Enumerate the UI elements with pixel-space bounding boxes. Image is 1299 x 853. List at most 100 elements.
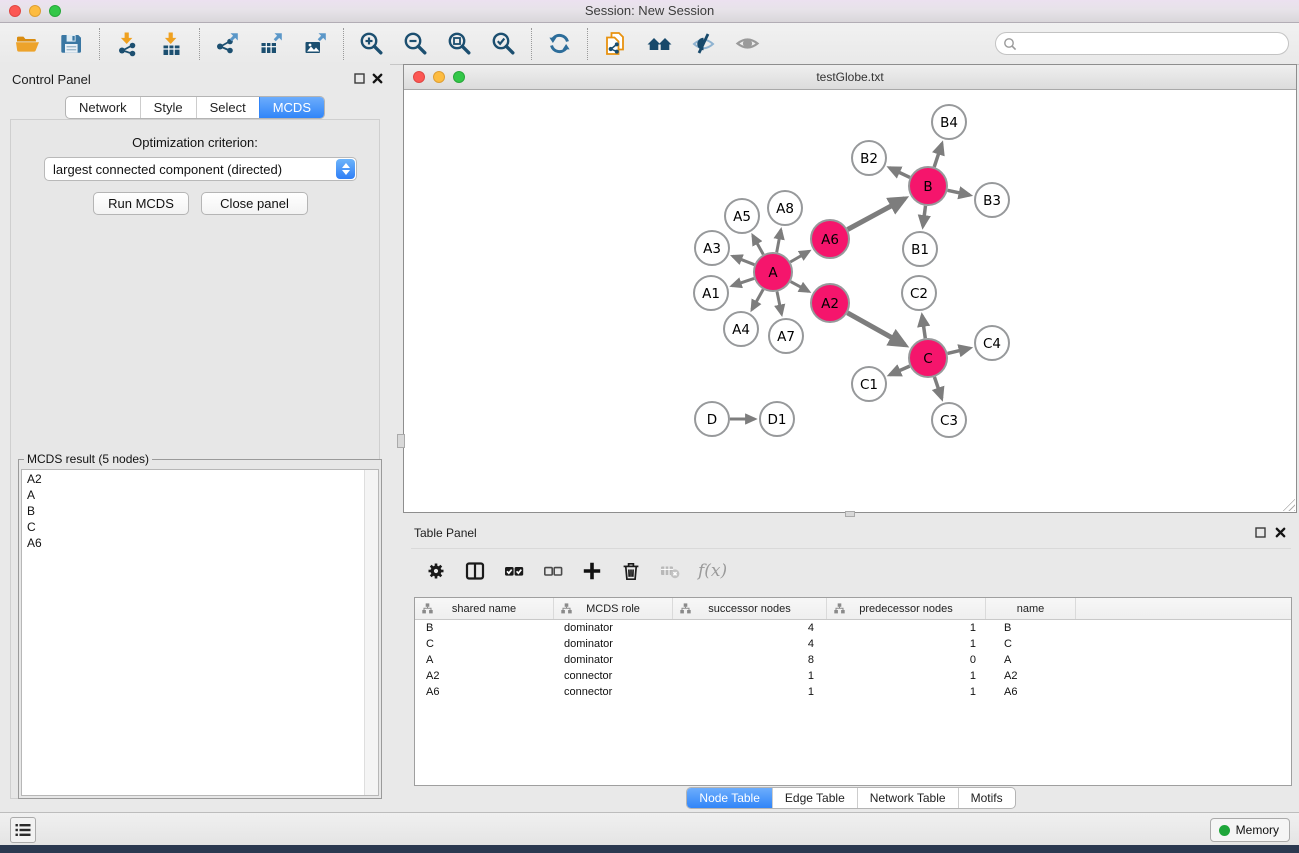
table-cell[interactable]: 1 [673,686,827,698]
graph-node-B4[interactable]: B4 [932,105,966,139]
graph-edge-A-A8[interactable] [777,230,781,252]
graph-edge-C-C1[interactable] [890,366,910,375]
zoom-in-icon[interactable] [358,30,385,57]
tab-mcds[interactable]: MCDS [259,97,324,118]
graph-edge-A-A2[interactable] [791,282,809,292]
graph-node-B3[interactable]: B3 [975,183,1009,217]
clone-network-icon[interactable] [602,30,629,57]
result-scrollbar[interactable] [364,470,378,795]
graph-edge-A6-B[interactable] [848,199,905,230]
zoom-fit-icon[interactable] [446,30,473,57]
table-cell[interactable]: 1 [827,638,986,650]
mcds-result-item[interactable]: A [22,487,378,503]
table-cell[interactable]: connector [554,686,673,698]
table-cell[interactable]: connector [554,670,673,682]
graph-node-C3[interactable]: C3 [932,403,966,437]
graph-edge-A-A1[interactable] [732,278,754,285]
graph-node-C2[interactable]: C2 [902,276,936,310]
table-cell[interactable]: dominator [554,654,673,666]
table-cell[interactable]: C [415,638,554,650]
table-row[interactable]: Bdominator41B [415,620,1291,636]
graph-edge-C-C2[interactable] [922,316,925,339]
graph-node-D[interactable]: D [695,402,729,436]
graph-edge-B-B4[interactable] [934,144,942,167]
table-cell[interactable]: dominator [554,622,673,634]
tab-edge-table[interactable]: Edge Table [772,788,857,808]
table-options-gear-icon[interactable] [425,560,447,582]
close-panel-icon[interactable] [1275,527,1286,538]
table-cell[interactable]: 4 [673,622,827,634]
table-cell[interactable]: 1 [827,622,986,634]
search-input[interactable] [1017,37,1288,51]
column-header-mcds-role[interactable]: MCDS role [554,598,673,619]
show-panels-icon[interactable] [734,30,761,57]
graph-edge-B-B2[interactable] [890,168,910,178]
select-all-icon[interactable] [503,560,525,582]
graph-node-A2[interactable]: A2 [811,284,849,322]
table-cell[interactable]: A [415,654,554,666]
export-image-icon[interactable] [302,30,329,57]
graph-node-A7[interactable]: A7 [769,319,803,353]
run-mcds-button[interactable]: Run MCDS [93,192,189,215]
zoom-selected-icon[interactable] [490,30,517,57]
graph-node-A8[interactable]: A8 [768,191,802,225]
graph-edge-C-C4[interactable] [948,348,970,353]
graph-edge-A-A5[interactable] [753,236,764,255]
mcds-result-item[interactable]: C [22,519,378,535]
table-cell[interactable]: 0 [827,654,986,666]
graph-node-A3[interactable]: A3 [695,231,729,265]
close-panel-icon[interactable] [372,73,383,84]
column-header-predecessor-nodes[interactable]: predecessor nodes [827,598,986,619]
memory-button[interactable]: Memory [1210,818,1290,842]
home-icon[interactable] [646,30,673,57]
tab-node-table[interactable]: Node Table [687,788,772,808]
graph-node-D1[interactable]: D1 [760,402,794,436]
float-panel-icon[interactable] [1255,527,1266,538]
graph-node-A[interactable]: A [754,253,792,291]
table-cell[interactable]: A2 [415,670,554,682]
graph-edge-A-A4[interactable] [752,289,763,309]
export-table-icon[interactable] [258,30,285,57]
network-canvas[interactable]: B4B2BB3A8A5A6A3B1AA1C2A2A4A7C4CC1C3DD1 [404,90,1296,512]
graph-node-B1[interactable]: B1 [903,232,937,266]
open-session-icon[interactable] [14,30,41,57]
graph-node-A4[interactable]: A4 [724,312,758,346]
function-builder-icon-disabled[interactable]: f(x) [698,561,727,581]
table-cell[interactable]: 1 [827,686,986,698]
table-cell[interactable]: A [986,654,1076,666]
graph-node-B2[interactable]: B2 [852,141,886,175]
graph-node-B[interactable]: B [909,167,947,205]
column-header-successor-nodes[interactable]: successor nodes [673,598,827,619]
tab-select[interactable]: Select [196,97,259,118]
table-cell[interactable]: C [986,638,1076,650]
graph-node-C1[interactable]: C1 [852,367,886,401]
mcds-result-item[interactable]: A6 [22,535,378,551]
table-row[interactable]: Adominator80A [415,652,1291,668]
graph-node-A5[interactable]: A5 [725,199,759,233]
graph-edge-A-A6[interactable] [790,251,809,262]
save-session-icon[interactable] [58,30,85,57]
graph-edge-B-B3[interactable] [948,190,970,195]
tab-style[interactable]: Style [140,97,196,118]
column-header-name[interactable]: name [986,598,1076,619]
table-cell[interactable]: dominator [554,638,673,650]
deselect-all-icon[interactable] [542,560,564,582]
import-network-icon[interactable] [114,30,141,57]
tab-network[interactable]: Network [66,97,140,118]
column-header-shared-name[interactable]: shared name [415,598,554,619]
mcds-result-item[interactable]: A2 [22,471,378,487]
delete-column-trash-icon[interactable] [620,560,642,582]
table-row[interactable]: Cdominator41C [415,636,1291,652]
export-network-icon[interactable] [214,30,241,57]
table-cell[interactable]: A6 [415,686,554,698]
close-panel-button[interactable]: Close panel [201,192,308,215]
table-cell[interactable]: A6 [986,686,1076,698]
mcds-result-item[interactable]: B [22,503,378,519]
graph-node-A1[interactable]: A1 [694,276,728,310]
table-cell[interactable]: A2 [986,670,1076,682]
zoom-out-icon[interactable] [402,30,429,57]
table-row[interactable]: A2connector11A2 [415,668,1291,684]
graph-edge-C-C3[interactable] [934,377,941,399]
column-visibility-icon[interactable] [464,560,486,582]
tab-motifs[interactable]: Motifs [958,788,1015,808]
